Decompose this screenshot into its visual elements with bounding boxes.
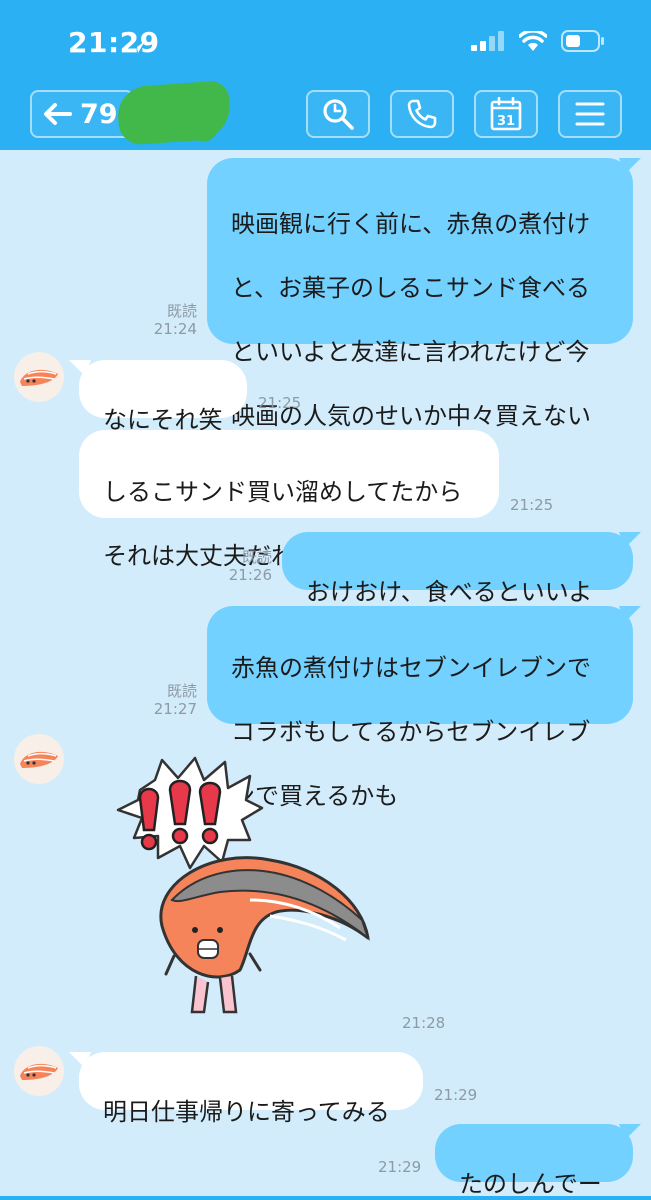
message-text-line: 明日仕事帰りに寄ってみる [103, 1098, 390, 1126]
call-button[interactable] [390, 90, 454, 138]
message-time: 21:26 [228, 566, 272, 584]
salmon-avatar-icon [20, 751, 58, 768]
message-time: 21:25 [258, 394, 302, 412]
message-bubble-outgoing[interactable]: 赤魚の煮付けはセブンイレブンで コラボもしてるからセブンイレブ ンで買えるかも [207, 606, 633, 810]
bubble-tail [619, 606, 641, 622]
battery-icon [561, 30, 604, 52]
message-meta: 既読 21:26 [216, 548, 272, 584]
avatar[interactable] [14, 734, 64, 784]
message-bubble-incoming[interactable]: しるこサンド買い溜めしてたから それは大丈夫だわ笑 [79, 430, 499, 570]
message-bubble-outgoing[interactable]: たのしんでー [435, 1124, 633, 1198]
avatar[interactable] [14, 352, 64, 402]
calendar-icon: 31 [490, 97, 522, 131]
message-time: 21:29 [378, 1158, 422, 1176]
read-receipt: 既読 [166, 302, 197, 320]
bubble-tail [619, 1124, 641, 1140]
message-text-line: といいよと友達に言われたけど今 [231, 338, 590, 366]
chat-header: 79 怖 31 [0, 80, 651, 150]
bubble-tail [69, 1052, 91, 1068]
salmon-surprised-sticker[interactable] [100, 750, 380, 1030]
message-meta: 既読 21:27 [140, 682, 197, 718]
search-button[interactable] [306, 90, 370, 138]
message-bubble-incoming[interactable]: なにそれ笑 [79, 360, 247, 434]
salmon-avatar-icon [20, 369, 58, 386]
message-bubble-outgoing[interactable]: おけおけ、食べるといいよ [282, 532, 633, 606]
location-arrow-icon [129, 41, 145, 53]
menu-icon [575, 102, 605, 126]
chat-area[interactable]: 映画観に行く前に、赤魚の煮付け と、お菓子のしるこサンド食べる といいよと友達に… [0, 150, 651, 1200]
avatar[interactable] [14, 1046, 64, 1096]
message-time: 21:24 [153, 320, 197, 338]
calendar-button[interactable]: 31 [474, 90, 538, 138]
search-icon [323, 99, 354, 130]
message-time: 21:28 [402, 1014, 446, 1032]
menu-button[interactable] [558, 90, 622, 138]
read-receipt: 既読 [166, 682, 197, 700]
message-text-line: コラボもしてるからセブンイレブ [231, 718, 591, 746]
message-time: 21:25 [510, 496, 554, 514]
message-time: 21:27 [153, 700, 197, 718]
status-bar: 21:29 [0, 0, 651, 80]
message-text-line: 赤魚の煮付けはセブンイレブンで [231, 654, 591, 682]
salmon-avatar-icon [20, 1063, 58, 1080]
bubble-tail [619, 532, 641, 548]
wifi-icon [519, 31, 547, 51]
read-receipt: 既読 [241, 548, 272, 566]
calendar-day: 31 [497, 114, 515, 129]
input-bar-edge [0, 1196, 651, 1200]
signal-icon [471, 31, 504, 51]
message-bubble-outgoing[interactable]: 映画観に行く前に、赤魚の煮付け と、お菓子のしるこサンド食べる といいよと友達に… [207, 158, 633, 494]
unread-count: 79 [80, 98, 118, 130]
message-meta: 既読 21:24 [140, 302, 197, 338]
arrow-left-icon [44, 103, 72, 125]
message-text-line: しるこサンド買い溜めしてたから [103, 478, 463, 506]
message-text-line: おけおけ、食べるといいよ [306, 578, 593, 606]
message-text-line: と、お菓子のしるこサンド食べる [231, 274, 591, 302]
message-text-line: 映画観に行く前に、赤魚の煮付け [231, 210, 591, 238]
bubble-tail [619, 158, 641, 174]
message-time: 21:29 [434, 1086, 478, 1104]
phone-icon [407, 99, 437, 129]
bubble-tail [69, 360, 91, 376]
message-bubble-incoming[interactable]: 明日仕事帰りに寄ってみる [79, 1052, 423, 1126]
message-text-line: たのしんでー [459, 1170, 602, 1198]
